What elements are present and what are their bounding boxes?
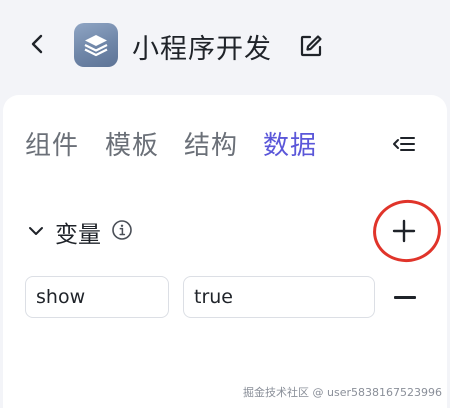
- variables-section-header[interactable]: 变量: [25, 213, 425, 249]
- back-arrow-icon[interactable]: [26, 32, 50, 56]
- variable-row: [25, 276, 425, 318]
- section-title: 变量: [55, 222, 101, 248]
- info-icon[interactable]: [111, 219, 133, 241]
- tab-data[interactable]: 数据: [263, 125, 317, 162]
- collapse-panel-icon[interactable]: [391, 132, 417, 156]
- watermark: 掘金技术社区 @ user5838167523996: [243, 386, 442, 399]
- chevron-down-icon[interactable]: [27, 223, 45, 239]
- variable-value-input[interactable]: [183, 276, 375, 318]
- tab-structure[interactable]: 结构: [184, 125, 238, 162]
- tab-templates[interactable]: 模板: [105, 125, 159, 162]
- add-variable-icon[interactable]: [392, 219, 416, 243]
- tab-components[interactable]: 组件: [25, 125, 79, 162]
- layers-icon: [84, 35, 108, 57]
- variable-name-input[interactable]: [25, 276, 169, 318]
- top-bar: 小程序开发: [0, 0, 450, 92]
- app-title: 小程序开发: [132, 34, 272, 65]
- edit-icon[interactable]: [298, 33, 324, 59]
- app-logo: [74, 23, 118, 67]
- remove-variable-icon[interactable]: [394, 296, 416, 299]
